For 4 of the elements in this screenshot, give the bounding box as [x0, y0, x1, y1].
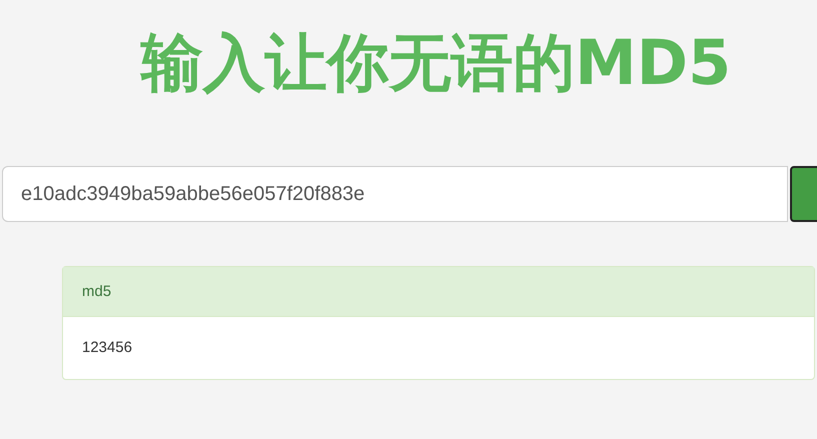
page-title: 输入让你无语的MD5 [139, 32, 732, 94]
panel-heading: md5 [63, 267, 814, 317]
md5-input-field[interactable]: e10adc3949ba59abbe56e057f20f883e [2, 166, 788, 222]
panel-body: 123456 [81, 338, 134, 358]
